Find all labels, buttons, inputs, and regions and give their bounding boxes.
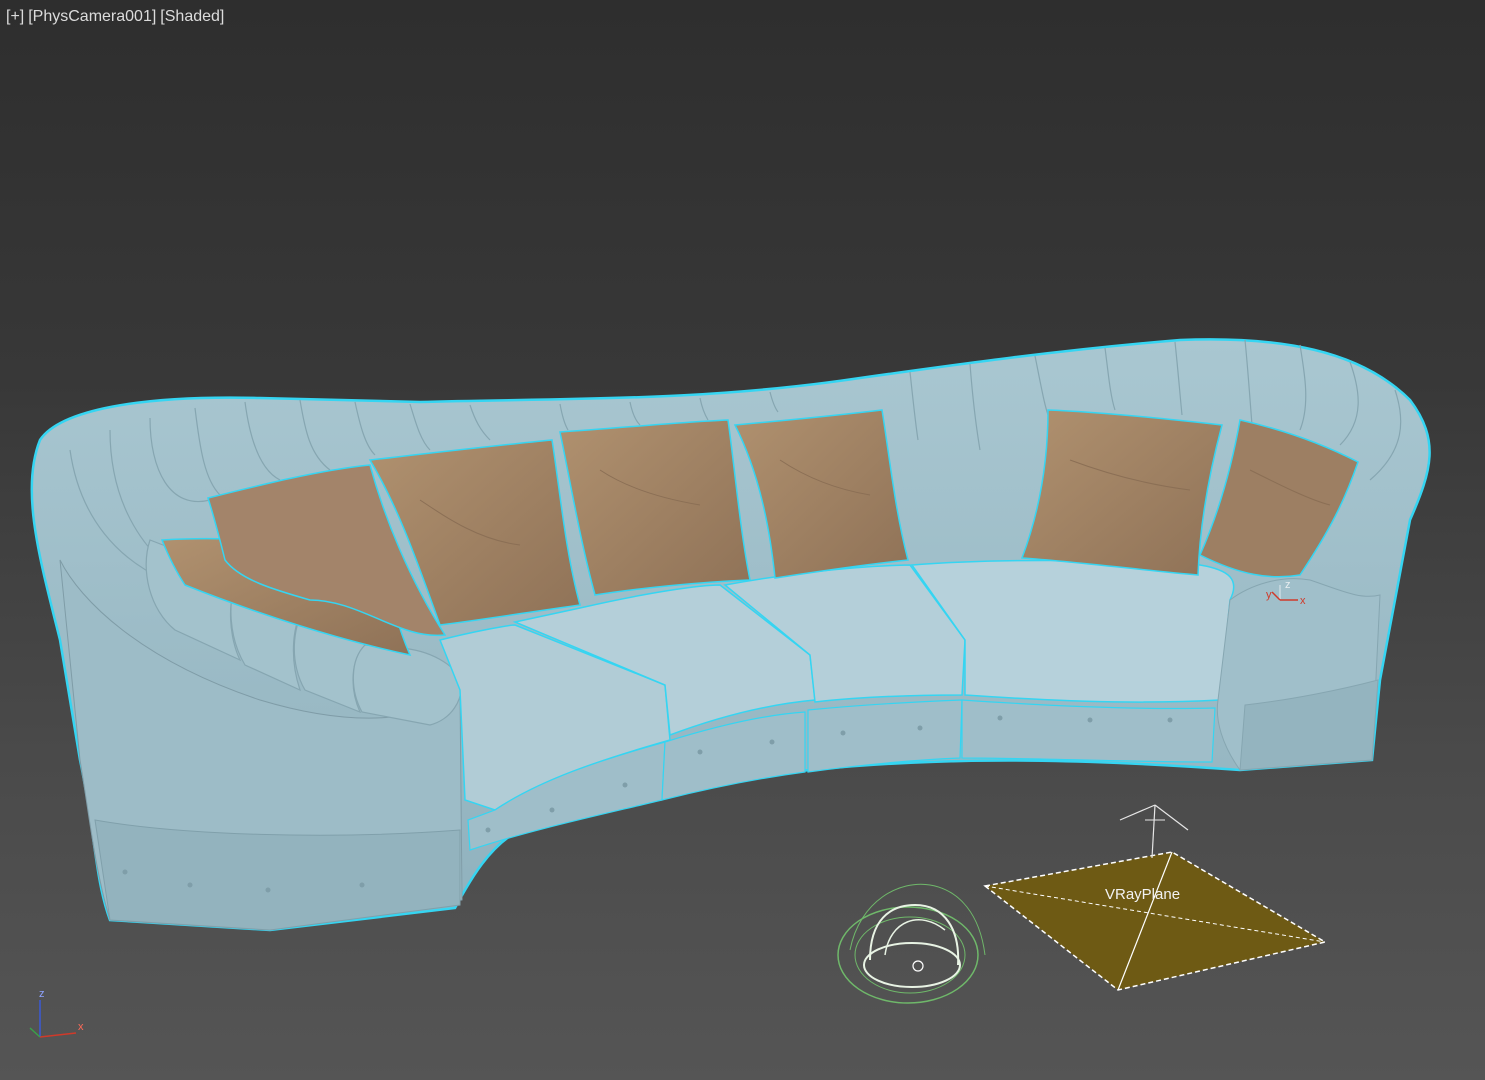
viewport-camera-menu[interactable]: [PhysCamera001]: [28, 8, 156, 26]
vray-plane-object[interactable]: VRayPlane: [983, 804, 1327, 991]
vray-plane-label: VRayPlane: [1105, 886, 1180, 903]
dome-light-object[interactable]: [837, 883, 986, 1004]
sofa-pivot-z-label: z: [1285, 579, 1291, 591]
pillow-6[interactable]: [1020, 409, 1223, 576]
3d-viewport[interactable]: z x y VRayPlane z x [+] [PhysCamera001] …: [0, 0, 1485, 1080]
sofa-pivot-x-label: x: [1300, 595, 1306, 607]
pillow-4[interactable]: [559, 419, 751, 596]
vray-plane-quad[interactable]: [983, 851, 1327, 991]
viewport-shading-menu[interactable]: [Shaded]: [160, 8, 224, 26]
viewport-label-menu[interactable]: [+] [PhysCamera001] [Shaded]: [6, 8, 224, 26]
axis-x-label: x: [78, 1021, 84, 1033]
scene-canvas[interactable]: z x y VRayPlane z x: [0, 0, 1485, 1080]
viewport-general-menu[interactable]: [+]: [6, 8, 24, 26]
axis-tripod-gizmo: z x: [29, 988, 84, 1038]
sofa-pivot-y-label: y: [1266, 589, 1272, 601]
axis-z-label: z: [39, 988, 45, 1000]
